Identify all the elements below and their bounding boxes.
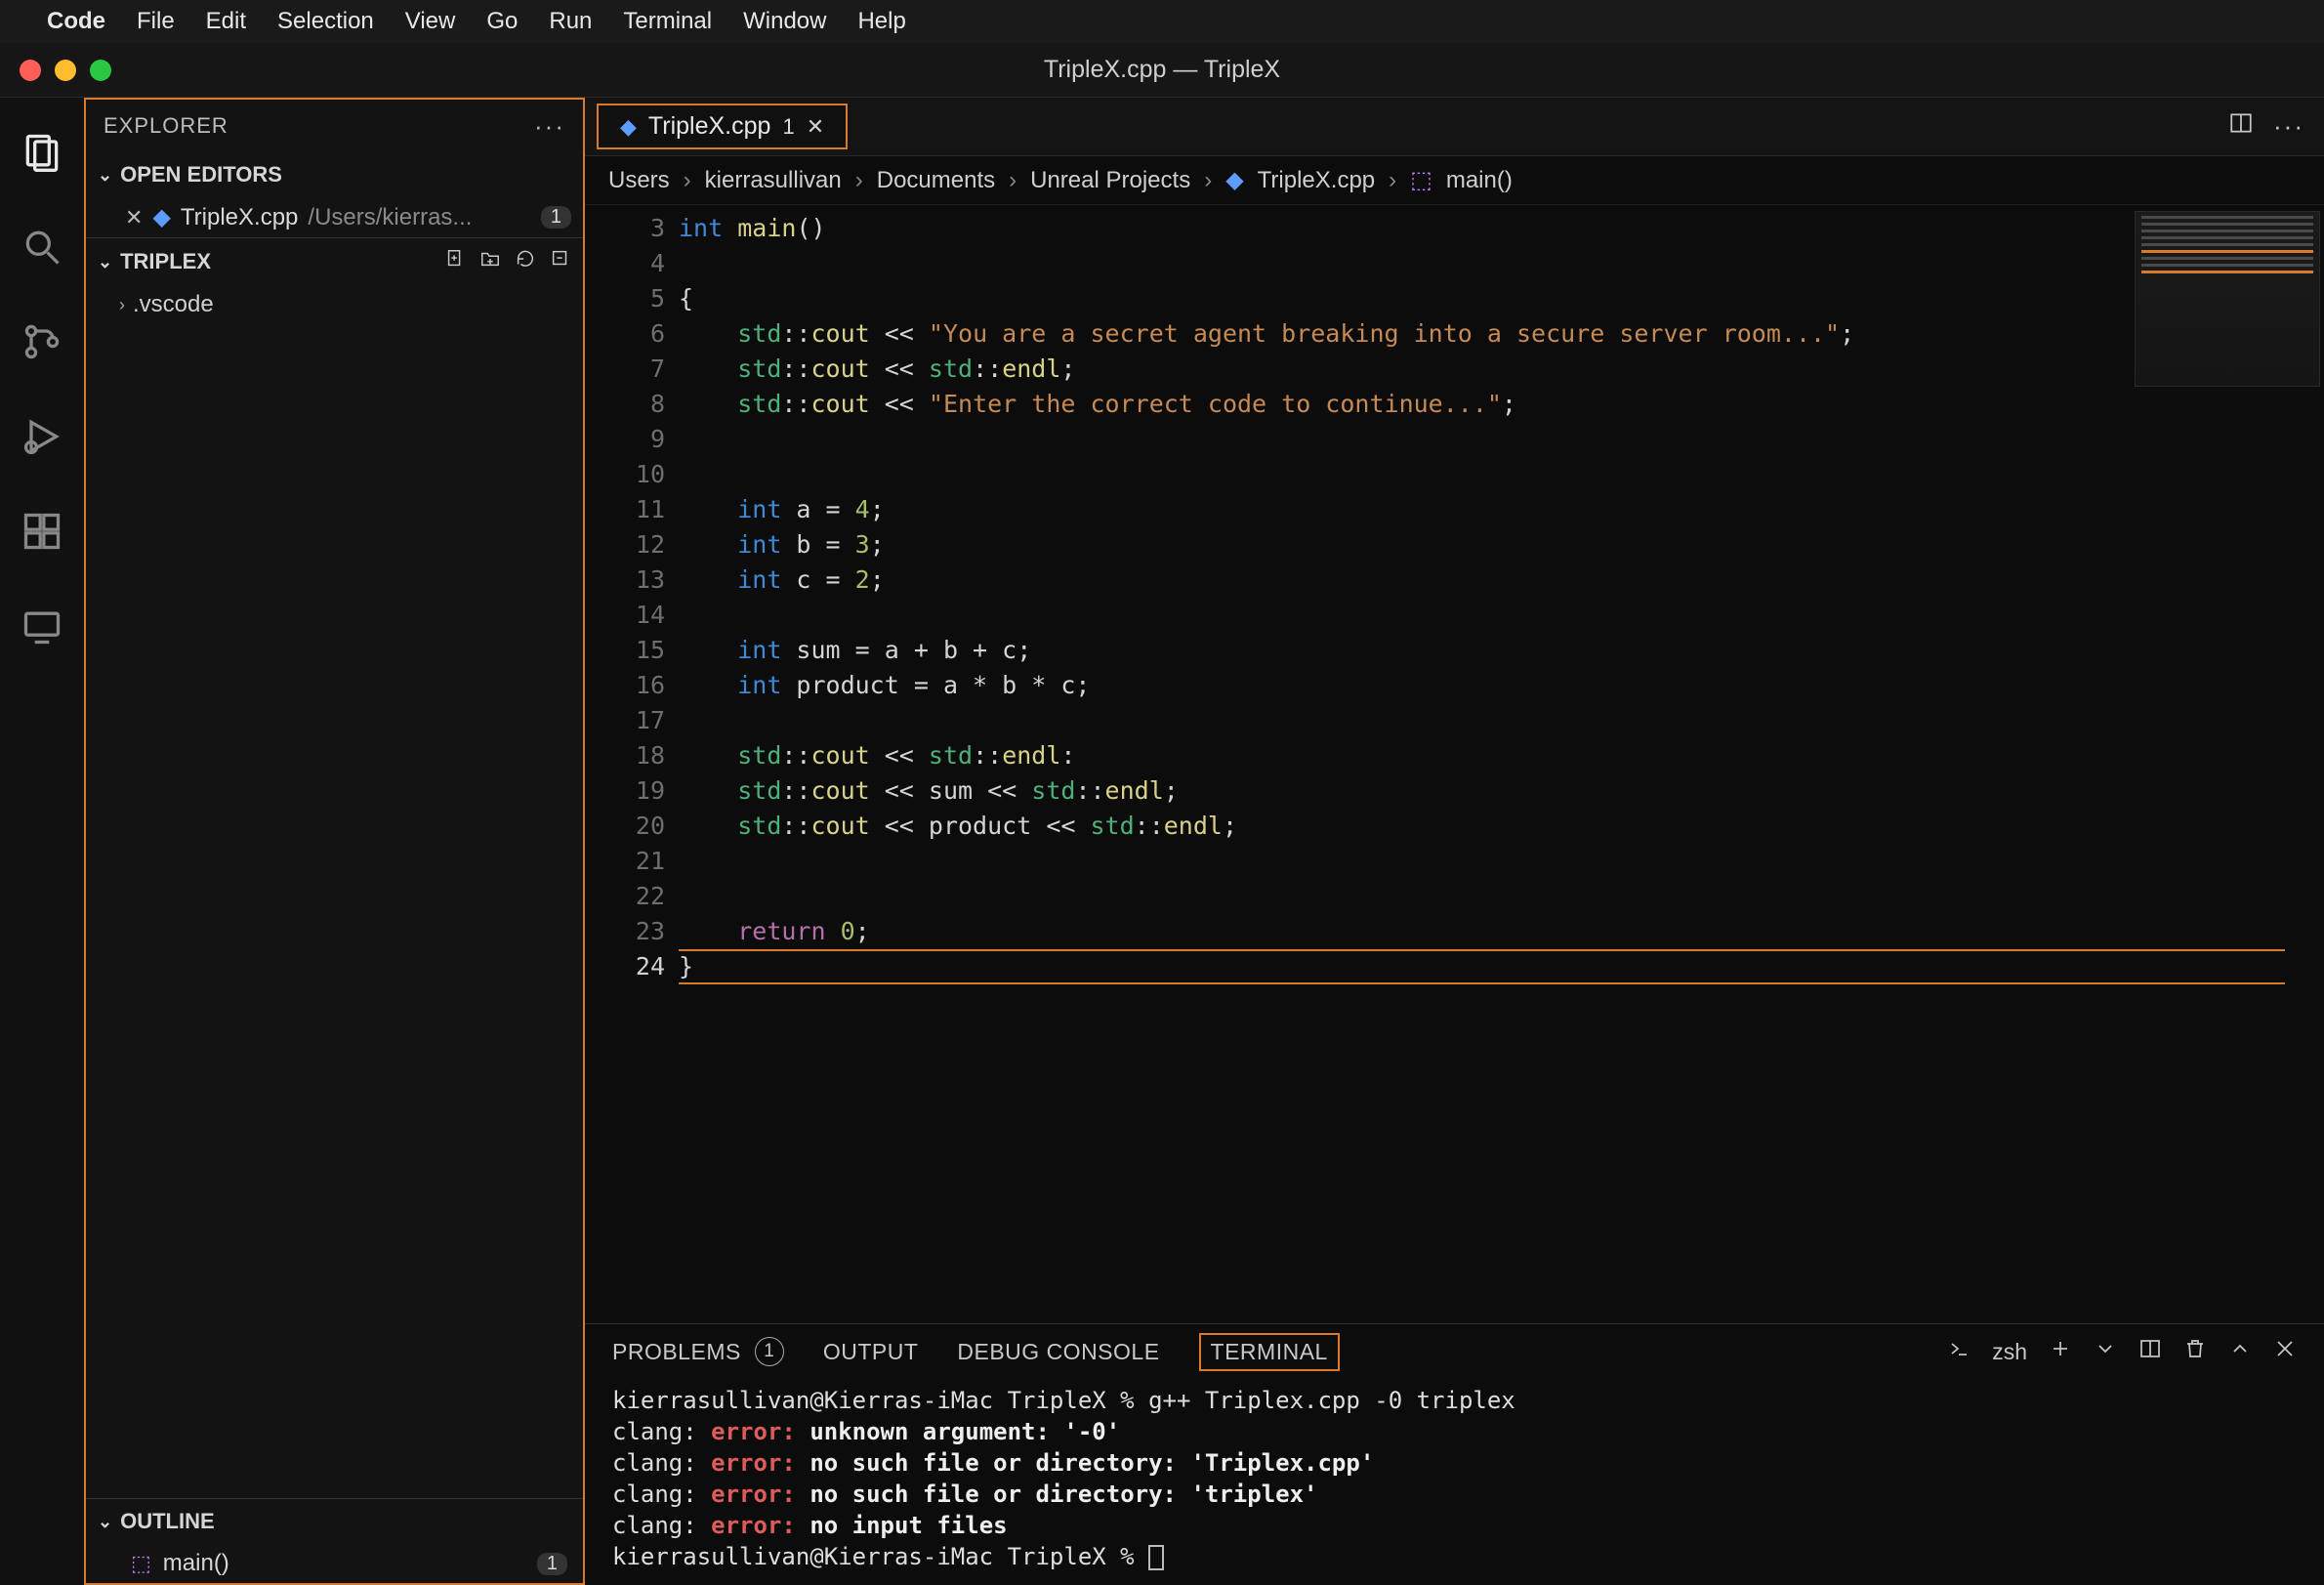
new-folder-icon[interactable]: [479, 248, 501, 275]
chevron-down-icon: ⌄: [98, 1512, 112, 1532]
project-label: TRIPLEX: [120, 249, 211, 274]
menu-view[interactable]: View: [405, 8, 456, 35]
open-editor-path: /Users/kierras...: [308, 204, 472, 231]
outline-item-name: main(): [163, 1550, 229, 1577]
window-title: TripleX.cpp — TripleX: [1044, 56, 1280, 84]
search-icon[interactable]: [21, 226, 63, 275]
split-terminal-icon[interactable]: [2138, 1337, 2162, 1366]
window-controls: [0, 60, 111, 81]
editor-more-icon[interactable]: ···: [2273, 111, 2304, 142]
source-control-icon[interactable]: [21, 320, 63, 370]
macos-menubar: Code File Edit Selection View Go Run Ter…: [0, 0, 2324, 43]
panel-tab-bar: PROBLEMS 1 OUTPUT DEBUG CONSOLE TERMINAL…: [585, 1324, 2324, 1379]
outline-item-main[interactable]: ⬚ main() 1: [86, 1544, 583, 1583]
maximize-panel-icon[interactable]: [2228, 1337, 2252, 1366]
kill-terminal-icon[interactable]: [2183, 1337, 2207, 1366]
code-editor[interactable]: 3456789101112131415161718192021222324 in…: [585, 205, 2324, 1323]
terminal-launch-icon[interactable]: [1947, 1337, 1971, 1366]
close-window-button[interactable]: [20, 60, 41, 81]
close-editor-icon[interactable]: ✕: [125, 205, 143, 230]
close-tab-icon[interactable]: ✕: [807, 114, 824, 140]
shell-name[interactable]: zsh: [1992, 1339, 2027, 1365]
open-editor-filename: TripleX.cpp: [181, 204, 299, 231]
terminal-output[interactable]: kierrasullivan@Kierras-iMac TripleX % g+…: [585, 1379, 2324, 1585]
open-editors-header[interactable]: ⌄ OPEN EDITORS: [86, 152, 583, 197]
open-editor-item[interactable]: ✕ ◆ TripleX.cpp /Users/kierras... 1: [86, 197, 583, 237]
close-panel-icon[interactable]: [2273, 1337, 2297, 1366]
line-number-gutter: 3456789101112131415161718192021222324: [585, 205, 679, 1323]
open-editors-label: OPEN EDITORS: [120, 162, 282, 188]
problems-count-badge: 1: [755, 1337, 784, 1366]
menu-go[interactable]: Go: [486, 8, 518, 35]
tab-bar: ◆ TripleX.cpp 1 ✕ ···: [585, 98, 2324, 156]
open-editor-badge: 1: [541, 206, 571, 229]
panel-tab-terminal[interactable]: TERMINAL: [1199, 1333, 1340, 1371]
folder-vscode[interactable]: › .vscode: [86, 285, 583, 324]
outline-label: OUTLINE: [120, 1509, 215, 1534]
cpp-file-icon: ◆: [152, 203, 170, 231]
panel-tab-problems[interactable]: PROBLEMS 1: [612, 1331, 784, 1372]
symbol-function-icon: ⬚: [1410, 166, 1432, 194]
breadcrumb-segment[interactable]: main(): [1446, 167, 1513, 194]
chevron-down-icon: ⌄: [98, 252, 112, 272]
symbol-function-icon: ⬚: [131, 1551, 151, 1576]
menu-edit[interactable]: Edit: [206, 8, 246, 35]
editor-region: ◆ TripleX.cpp 1 ✕ ··· Users› kierrasulli…: [585, 98, 2324, 1585]
fullscreen-window-button[interactable]: [90, 60, 111, 81]
collapse-all-icon[interactable]: [550, 248, 571, 275]
breadcrumb-segment[interactable]: Unreal Projects: [1030, 167, 1190, 194]
window-titlebar: TripleX.cpp — TripleX: [0, 43, 2324, 98]
explorer-sidebar: EXPLORER ··· ⌄ OPEN EDITORS ✕ ◆ TripleX.…: [84, 98, 585, 1585]
minimize-window-button[interactable]: [55, 60, 76, 81]
explorer-title: EXPLORER: [104, 113, 228, 139]
menu-help[interactable]: Help: [857, 8, 905, 35]
menu-run[interactable]: Run: [549, 8, 592, 35]
bottom-panel: PROBLEMS 1 OUTPUT DEBUG CONSOLE TERMINAL…: [585, 1323, 2324, 1585]
chevron-right-icon: ›: [119, 295, 125, 315]
breadcrumbs[interactable]: Users› kierrasullivan› Documents› Unreal…: [585, 156, 2324, 205]
remote-icon[interactable]: [21, 605, 63, 654]
extensions-icon[interactable]: [21, 510, 63, 560]
new-terminal-icon[interactable]: [2049, 1337, 2072, 1366]
explorer-icon[interactable]: [21, 131, 63, 181]
menu-selection[interactable]: Selection: [277, 8, 374, 35]
explorer-more-icon[interactable]: ···: [534, 111, 565, 142]
new-file-icon[interactable]: [444, 248, 466, 275]
run-debug-icon[interactable]: [21, 415, 63, 465]
refresh-icon[interactable]: [515, 248, 536, 275]
breadcrumb-segment[interactable]: Users: [608, 167, 670, 194]
menu-file[interactable]: File: [137, 8, 175, 35]
app-name[interactable]: Code: [47, 8, 105, 35]
split-editor-icon[interactable]: [2228, 110, 2254, 143]
code-content[interactable]: int main() { std::cout << "You are a sec…: [679, 205, 2324, 1323]
minimap[interactable]: [2135, 211, 2320, 387]
activity-bar: [0, 98, 84, 1585]
panel-tab-problems-label: PROBLEMS: [612, 1339, 741, 1365]
menu-window[interactable]: Window: [743, 8, 826, 35]
cpp-file-icon: ◆: [1225, 166, 1243, 194]
cpp-file-icon: ◆: [620, 114, 637, 140]
menu-terminal[interactable]: Terminal: [623, 8, 712, 35]
project-header[interactable]: ⌄ TRIPLEX: [86, 237, 583, 285]
breadcrumb-segment[interactable]: kierrasullivan: [705, 167, 842, 194]
outline-header[interactable]: ⌄ OUTLINE: [86, 1499, 583, 1544]
outline-item-badge: 1: [537, 1553, 567, 1575]
panel-tab-output[interactable]: OUTPUT: [823, 1333, 919, 1371]
folder-name: .vscode: [133, 291, 214, 318]
panel-tab-debug-console[interactable]: DEBUG CONSOLE: [957, 1333, 1159, 1371]
terminal-dropdown-icon[interactable]: [2094, 1337, 2117, 1366]
chevron-down-icon: ⌄: [98, 165, 112, 186]
tab-filename: TripleX.cpp: [648, 112, 771, 141]
breadcrumb-segment[interactable]: Documents: [877, 167, 995, 194]
tab-dirty-marker: 1: [782, 114, 794, 140]
breadcrumb-segment[interactable]: TripleX.cpp: [1258, 167, 1376, 194]
tab-triplex-cpp[interactable]: ◆ TripleX.cpp 1 ✕: [597, 104, 848, 149]
